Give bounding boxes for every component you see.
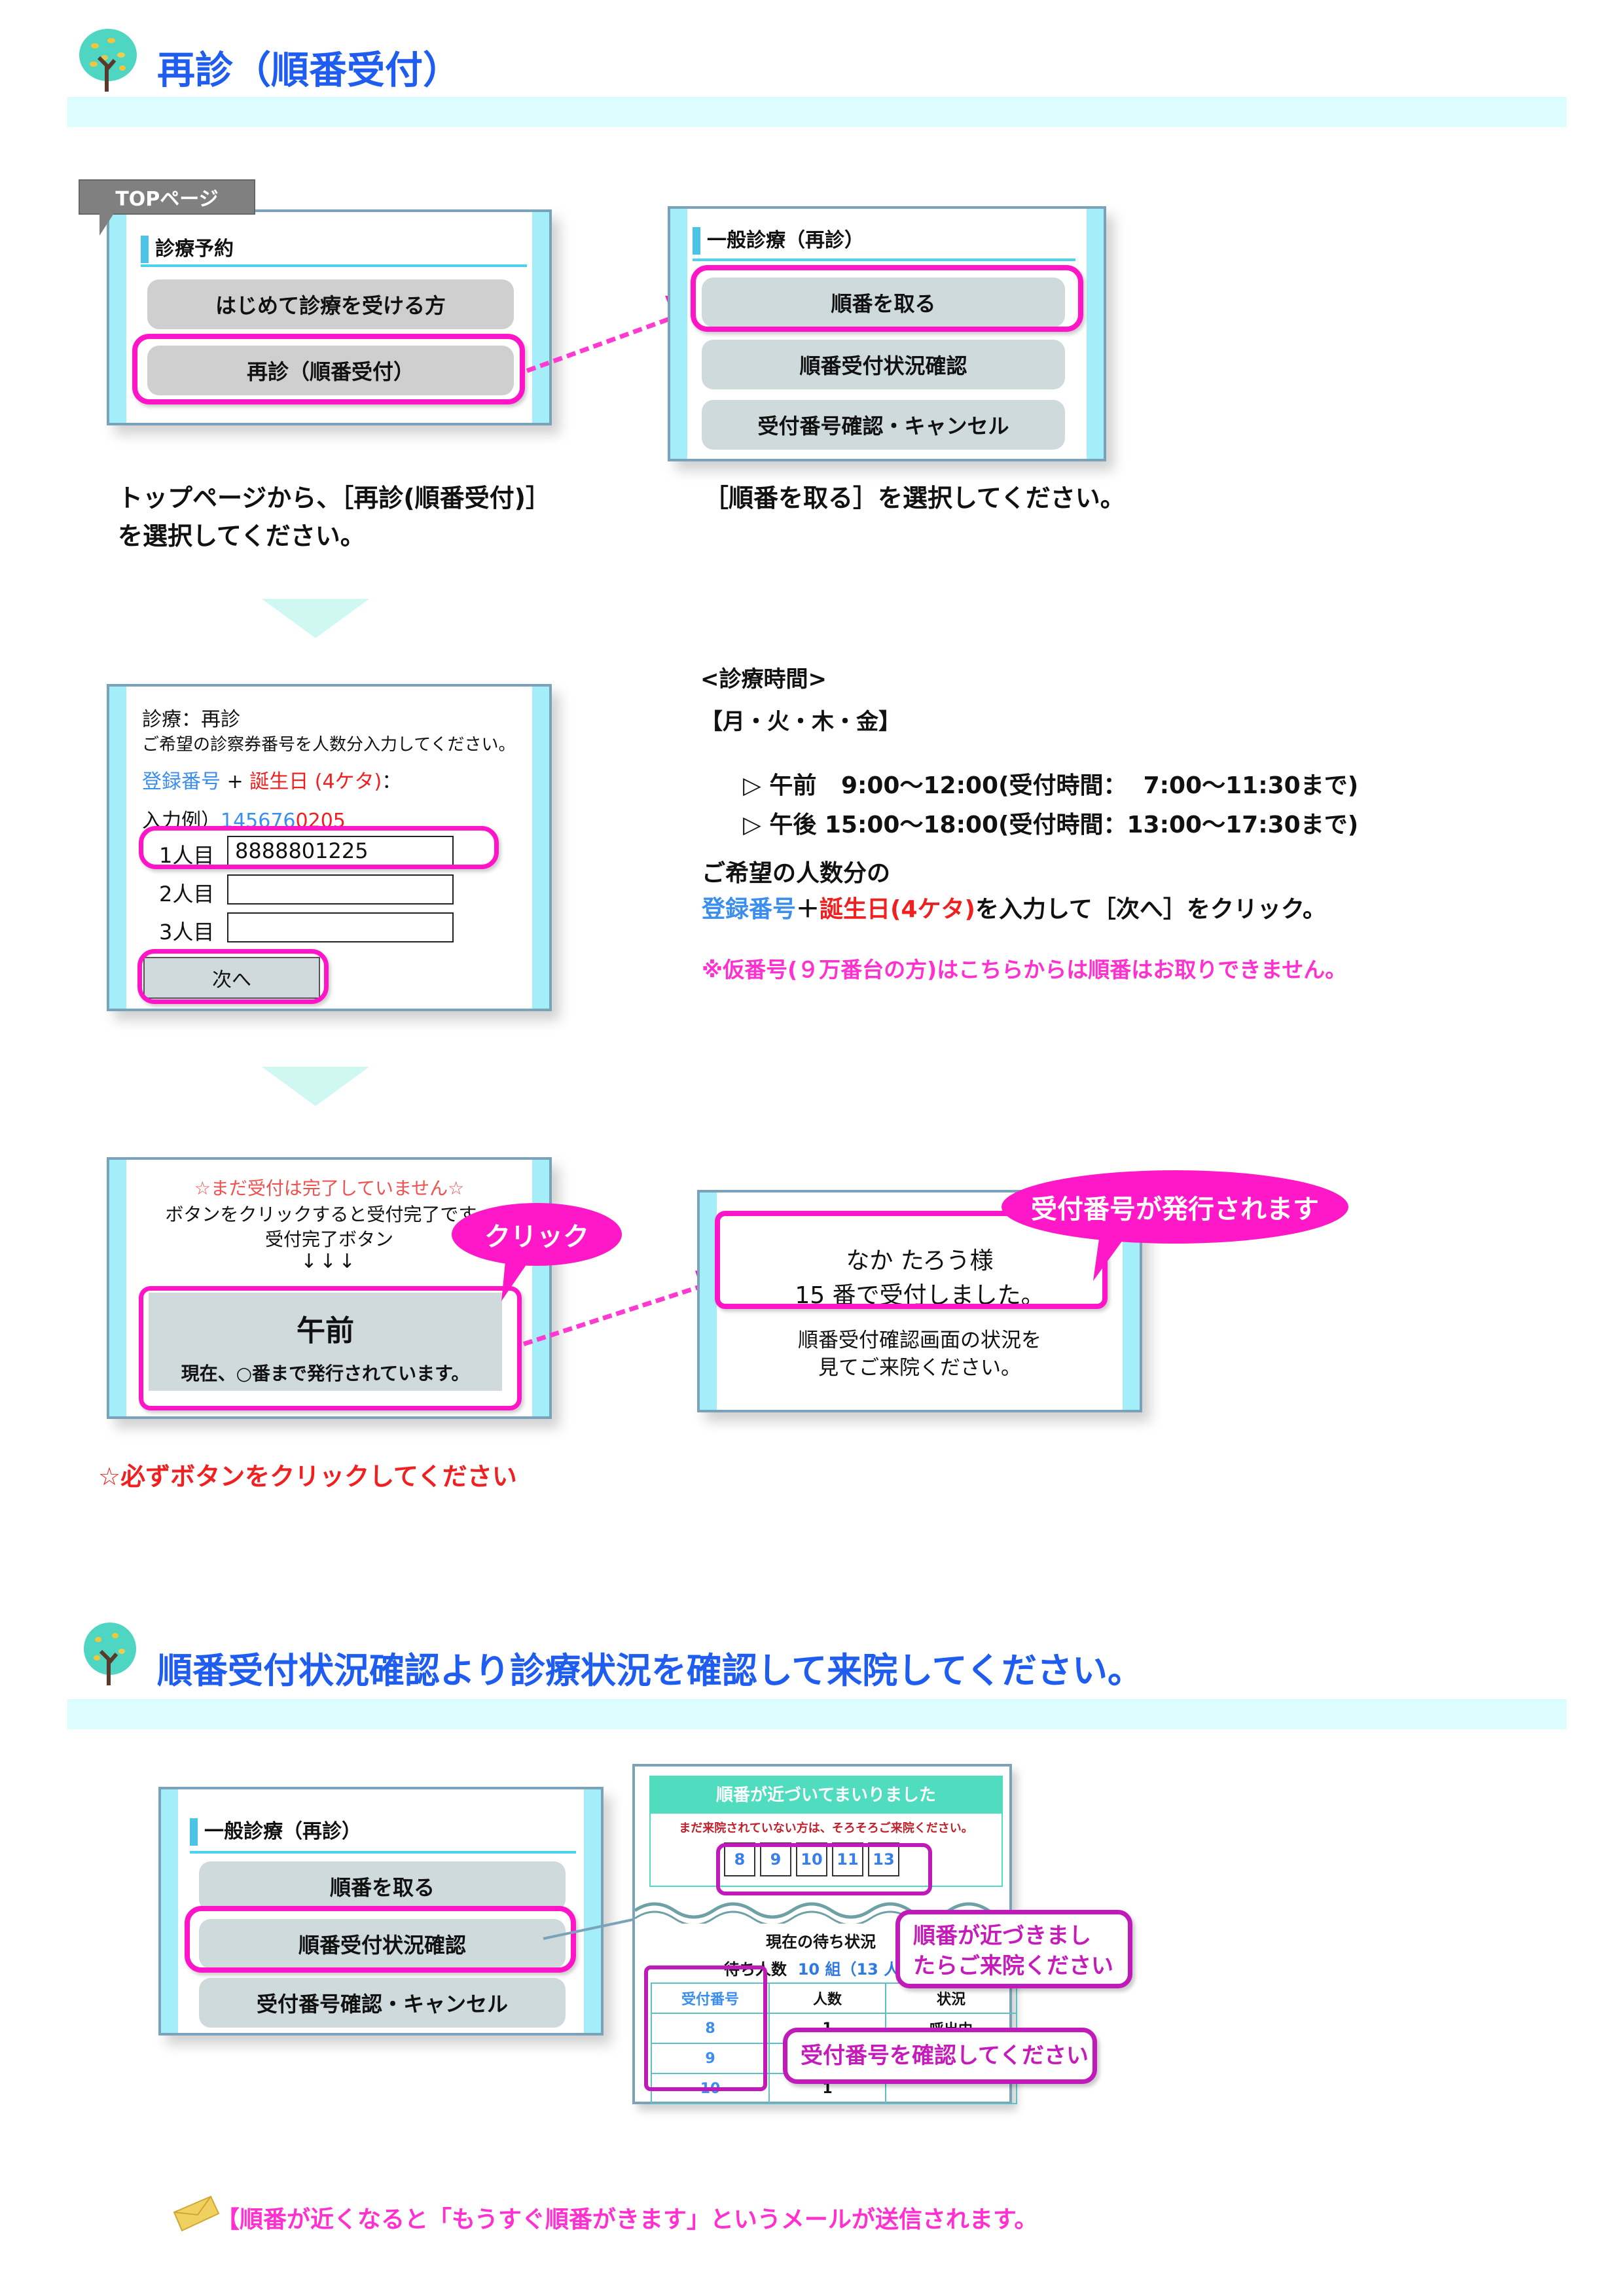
form-instruction: ご希望の診察券番号を人数分入力してください。 (142, 735, 516, 755)
row-label-2: 2人目 (159, 882, 215, 906)
click-bubble: クリック (452, 1203, 622, 1266)
form-format-label: 登録番号 + 誕生日 (4ケタ)： (142, 765, 401, 794)
step1-caption-line2: を選択してください。 (118, 522, 365, 550)
heading-underline (141, 264, 527, 267)
person2-input[interactable] (227, 874, 454, 905)
section-title: 順番受付状況確認より診療状況を確認して来院してください。 (157, 1650, 1144, 1691)
section-title: 再診（順番受付） (157, 48, 461, 92)
highlight-revisit (132, 334, 525, 404)
highlight-complete-button (139, 1286, 522, 1410)
pm-label: 午後 (769, 812, 817, 838)
heading-underline (190, 1851, 576, 1854)
tree-icon (84, 1623, 136, 1685)
highlight-called-numbers (716, 1843, 932, 1895)
temporary-number-note: ※仮番号(９万番台の方)はこちらからは順番はお取りできません。 (702, 957, 1347, 982)
revisit-menu-panel: 一般診療（再診） 順番を取る 順番受付状況確認 受付番号確認・キャンセル (668, 206, 1106, 461)
pm-time: 15:00〜18:00(受付時間：13:00〜17:30まで) (824, 812, 1359, 838)
hours-pm: ▷ 午後 15:00〜18:00(受付時間：13:00〜17:30まで) (727, 779, 1358, 840)
waiting-title: 現在の待ち状況 (766, 1933, 876, 1951)
section-band (67, 1699, 1566, 1729)
step1-caption: トップページから、［再診(順番受付)］ を選択してください。 (118, 479, 550, 555)
highlight-next (137, 949, 329, 1004)
status-check-button[interactable]: 順番受付状況確認 (702, 340, 1065, 389)
instruction-line2: 登録番号＋誕生日(4ケタ)を入力して［次へ］をクリック。 (702, 890, 1326, 924)
plus-sign: + (221, 770, 250, 793)
step2-caption: ［順番を取る］を選択してください。 (704, 484, 1125, 512)
approaching-banner: 順番が近づいてまいりました (651, 1777, 1001, 1814)
next-step-arrow (262, 599, 369, 638)
instr-plus: ＋ (796, 896, 820, 923)
envelope-icon (173, 2195, 220, 2232)
highlight-status-check (185, 1906, 576, 1973)
reg-number-label: 登録番号 (142, 770, 221, 793)
approaching-callout: 順番が近づきまし たらご来院ください (895, 1910, 1132, 1988)
take-number-button[interactable]: 順番を取る (199, 1861, 566, 1911)
highlight-take-number (691, 265, 1083, 332)
not-complete-warning: ☆まだ受付は完了していません☆ (194, 1177, 465, 1199)
come-soon-notice: まだ来院されていない方は、そろそろご来院ください。 (679, 1821, 973, 1835)
panel-heading: 一般診療（再診） (190, 1818, 361, 1846)
colon: ： (382, 770, 402, 793)
confirm-number-callout: 受付番号を確認してください (783, 2028, 1097, 2084)
must-click-note: ☆必ずボタンをクリックしてください (98, 1462, 517, 1491)
highlight-number-column (644, 1965, 767, 2091)
approaching-callout-line2: たらご来院ください (913, 1953, 1113, 1979)
hours-days: 【月・火・木・金】 (700, 709, 901, 735)
number-issued-bubble: 受付番号が発行されます (1001, 1170, 1348, 1244)
form-title: 診療：再診 (142, 708, 240, 731)
heading-underline (693, 259, 1075, 261)
person3-input[interactable] (227, 912, 454, 942)
hours-title: <診療時間> (700, 666, 827, 692)
result-note-2: 見てご来院ください。 (818, 1356, 1021, 1380)
result-note-1: 順番受付確認画面の状況を (798, 1329, 1041, 1352)
row-label-3: 3人目 (159, 920, 215, 944)
instr-bday: 誕生日(4ケタ) (820, 896, 975, 923)
step1-caption-line1: トップページから、［再診(順番受付)］ (118, 484, 550, 512)
top-page-tag: TOPページ (79, 179, 255, 215)
instruction-line1: ご希望の人数分の (702, 860, 891, 887)
col-header: 人数 (768, 1982, 886, 2014)
instr-rest: を入力して［次へ］をクリック。 (975, 896, 1327, 923)
instr-reg: 登録番号 (702, 896, 797, 923)
tag-tail (99, 213, 114, 236)
section-band (67, 97, 1566, 127)
number-confirm-cancel-button[interactable]: 受付番号確認・キャンセル (199, 1978, 566, 2028)
panel-heading: 診療予約 (141, 236, 234, 263)
mail-notice: 【順番が近くなると「もうすぐ順番がきます」というメールが送信されます。 (216, 2206, 1038, 2233)
highlight-person1 (139, 826, 499, 869)
next-step-arrow (262, 1067, 369, 1106)
first-visit-button[interactable]: はじめて診療を受ける方 (147, 279, 514, 329)
approaching-callout-line1: 順番が近づきまし (913, 1923, 1091, 1949)
panel-heading: 一般診療（再診） (693, 227, 864, 255)
number-confirm-cancel-button[interactable]: 受付番号確認・キャンセル (702, 400, 1065, 450)
waiting-value: 10 組（13 人 (797, 1960, 900, 1979)
birthday-label: 誕生日 (4ケタ) (249, 770, 382, 793)
triangle-right-icon: ▷ (743, 812, 761, 838)
top-page-tag-label: TOPページ (115, 188, 219, 211)
tree-icon (79, 29, 137, 92)
